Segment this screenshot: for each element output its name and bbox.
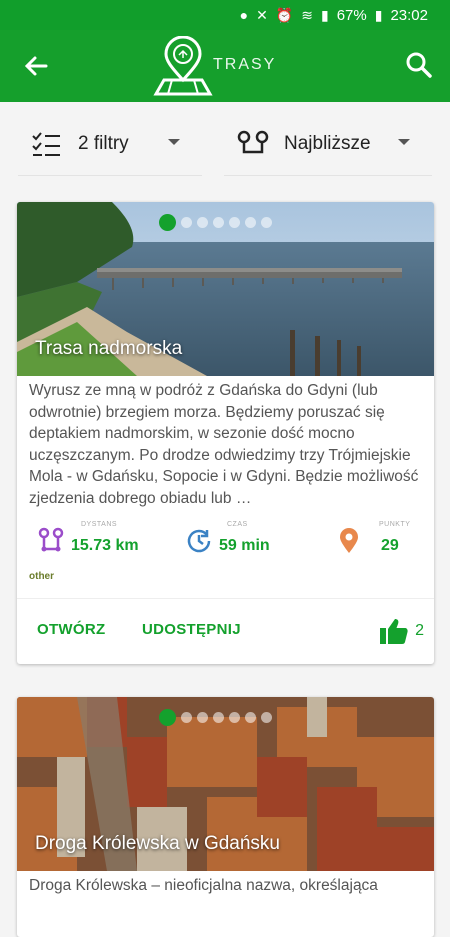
status-bar: ● ✕ ⏰ ≋ ▮ 67% ▮ 23:02 [0,0,450,30]
chevron-down-icon [168,139,180,145]
pager-dot[interactable] [261,712,272,723]
pager-dot[interactable] [181,217,192,228]
distance-icon [38,527,64,552]
route-card[interactable]: Trasa nadmorska Wyrusz ze mną w podróż z… [17,202,434,664]
alarm-icon: ⏰ [275,6,294,23]
thumbs-up-icon [380,619,408,644]
time-value: 59 min [219,537,270,554]
clock: 23:02 [390,6,428,24]
pager-dot[interactable] [261,217,272,228]
wifi-icon: ≋ [301,6,313,23]
route-card[interactable]: Droga Królewska w Gdańsku Droga Królewsk… [17,697,434,937]
pager-dot[interactable] [181,712,192,723]
distance-value: 15.73 km [71,537,139,554]
route-photo[interactable]: Trasa nadmorska [17,202,434,376]
route-description: Wyrusz ze mną w podróż z Gdańska do Gdyn… [29,382,419,507]
route-pins-icon [237,130,269,154]
route-photo[interactable]: Droga Królewska w Gdańsku [17,697,434,871]
chevron-down-icon [398,139,410,145]
time-icon [187,529,211,553]
distance-stat: DYSTANS 15.73 km [37,521,139,555]
filter-list-icon [32,132,60,156]
share-button[interactable]: UDOSTĘPNIJ [142,621,241,638]
route-title: Droga Królewska w Gdańsku [35,833,280,854]
pager-dot[interactable] [229,712,240,723]
pager-dot[interactable] [197,217,208,228]
points-stat: PUNKTY 29 [335,521,410,555]
open-button[interactable]: OTWÓRZ [37,621,105,638]
divider [224,175,432,176]
search-icon[interactable] [402,48,436,82]
mute-icon: ✕ [256,6,268,23]
filter-button[interactable]: 2 filtry [18,116,202,176]
pager-dot[interactable] [245,712,256,723]
pager-dot[interactable] [213,217,224,228]
category-tag: other [29,571,54,582]
points-label: PUNKTY [379,521,411,528]
battery-level: 67% [336,6,367,24]
pager-dot[interactable] [229,217,240,228]
photo-pager[interactable] [159,709,272,726]
app-logo-icon [153,36,213,96]
map-pin-icon [340,528,358,553]
filter-label: 2 filtry [78,133,129,154]
points-value: 29 [381,537,399,554]
battery-icon: ▮ [374,6,383,23]
pager-dot[interactable] [245,217,256,228]
location-icon: ● [239,7,249,23]
like-count: 2 [415,622,424,639]
time-stat: CZAS 59 min [185,521,270,555]
app-bar: TRASY [0,30,450,102]
pager-dot[interactable] [213,712,224,723]
divider [18,175,202,176]
sort-label: Najbliższe [284,133,371,154]
route-stats: DYSTANS 15.73 km CZAS 59 min PUNKTY 29 o… [17,521,434,585]
card-actions: OTWÓRZ UDOSTĘPNIJ 2 [17,598,434,664]
like-button[interactable]: 2 [379,617,424,645]
photo-pager[interactable] [159,214,272,231]
app-title: TRASY [213,56,277,73]
signal-icon: ▮ [320,6,329,23]
pager-dot-active[interactable] [159,709,176,726]
route-title: Trasa nadmorska [35,338,183,359]
time-label: CZAS [227,521,248,528]
distance-label: DYSTANS [81,521,118,528]
back-arrow-icon[interactable] [20,50,52,82]
filter-bar: 2 filtry Najbliższe [0,102,450,178]
route-description: Droga Królewska – nieoficjalna nazwa, ok… [29,877,378,894]
pager-dot[interactable] [197,712,208,723]
pager-dot-active[interactable] [159,214,176,231]
sort-button[interactable]: Najbliższe [224,116,432,176]
